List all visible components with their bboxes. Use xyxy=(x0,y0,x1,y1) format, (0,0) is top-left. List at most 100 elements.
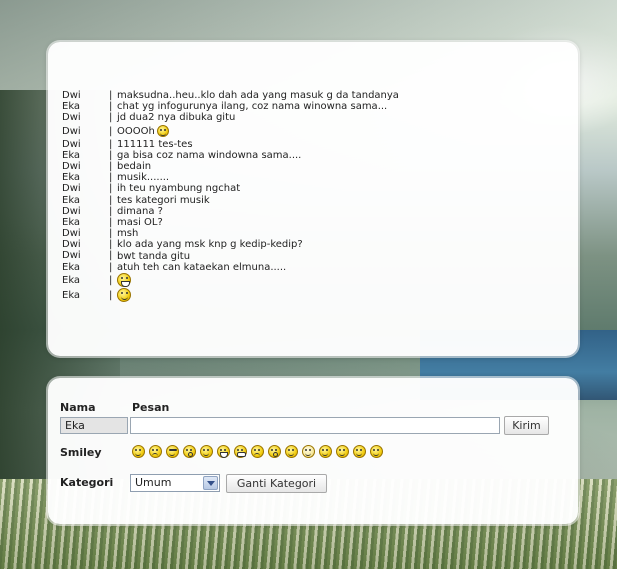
chat-nick: Dwi xyxy=(62,183,81,195)
chat-message-text: klo ada yang msk knp g kedip-kedip? xyxy=(117,239,303,250)
smile-icon[interactable] xyxy=(370,445,383,458)
cool-icon[interactable] xyxy=(166,445,179,458)
chat-separator: | xyxy=(109,125,113,137)
kategori-selected-value: Umum xyxy=(135,476,172,489)
chat-nick: Eka xyxy=(62,101,81,113)
chat-message-text: bedain xyxy=(117,161,151,172)
chat-message-content: OOOOh xyxy=(117,125,155,137)
grin-icon[interactable] xyxy=(234,445,247,458)
chat-separator: | xyxy=(109,172,113,184)
smile-icon[interactable] xyxy=(285,445,298,458)
chat-message-row: Eka | musik....... xyxy=(62,172,399,183)
chat-message-row: Dwi | 111111 tes-tes xyxy=(62,139,399,150)
laugh-icon[interactable] xyxy=(217,445,230,458)
chat-message-text: chat yg infogurunya ilang, coz nama wino… xyxy=(117,101,387,112)
kirim-button[interactable]: Kirim xyxy=(504,416,549,435)
chat-message-row: Dwi | msh xyxy=(62,228,399,239)
pesan-field[interactable] xyxy=(130,417,500,434)
chat-nick: Eka xyxy=(62,149,81,161)
chat-nick: Eka xyxy=(62,194,81,206)
smile-icon[interactable] xyxy=(353,445,366,458)
pesan-label: Pesan xyxy=(132,401,170,414)
chat-message-text: maksudna..heu..klo dah ada yang masuk g … xyxy=(117,90,399,101)
laugh-icon xyxy=(117,273,131,288)
wow-icon[interactable] xyxy=(268,445,281,458)
smile-icon xyxy=(117,288,131,303)
smile-icon[interactable] xyxy=(319,445,332,458)
chat-message-text: musik....... xyxy=(117,172,169,183)
chat-separator: | xyxy=(109,239,113,251)
chat-nick: Dwi xyxy=(62,205,81,217)
chat-message-content: bwt tanda gitu xyxy=(117,250,191,262)
chat-message-row: Dwi | ih teu nyambung ngchat xyxy=(62,183,399,194)
chat-message-row: Dwi | dimana ? xyxy=(62,206,399,217)
chat-separator: | xyxy=(109,216,113,228)
chat-message-content: ih teu nyambung ngchat xyxy=(117,183,241,195)
chat-message-content: tes kategori musik xyxy=(117,194,210,206)
chat-message-text: jd dua2 nya dibuka gitu xyxy=(117,112,235,123)
nama-field[interactable]: Eka xyxy=(60,417,128,434)
smiley-picker xyxy=(132,445,383,458)
sad-icon[interactable] xyxy=(251,445,264,458)
chat-message-content: dimana ? xyxy=(117,205,163,217)
chat-nick: Eka xyxy=(62,172,81,184)
chat-nick: Dwi xyxy=(62,160,81,172)
chat-message-text: msh xyxy=(117,228,138,239)
chat-nick: Eka xyxy=(62,289,81,301)
chat-message-text: ga bisa coz nama windowna sama.... xyxy=(117,150,301,161)
chat-separator: | xyxy=(109,261,113,273)
chat-nick: Dwi xyxy=(62,228,81,240)
chat-message-text: bwt tanda gitu xyxy=(117,250,191,262)
nama-label: Nama xyxy=(60,401,96,414)
chat-nick: Dwi xyxy=(62,250,81,262)
chat-separator: | xyxy=(109,205,113,217)
plain-icon[interactable] xyxy=(302,445,315,458)
chat-message-row: Eka | masi OL? xyxy=(62,217,399,228)
chat-nick: Dwi xyxy=(62,90,81,101)
chat-separator: | xyxy=(109,194,113,206)
chat-message-row: Eka | tes kategori musik xyxy=(62,195,399,206)
chat-message-content: atuh teh can kataekan elmuna..... xyxy=(117,261,287,273)
chat-message-text: OOOOh xyxy=(117,125,169,138)
ganti-kategori-button[interactable]: Ganti Kategori xyxy=(226,474,327,493)
chat-message-content: ga bisa coz nama windowna sama.... xyxy=(117,149,302,161)
smile-icon[interactable] xyxy=(336,445,349,458)
chat-message-row: Eka | chat yg infogurunya ilang, coz nama … xyxy=(62,101,399,112)
chat-message-content: chat yg infogurunya ilang, coz nama wino… xyxy=(117,101,388,113)
kategori-label: Kategori xyxy=(60,476,114,489)
chat-message-row: Dwi | klo ada yang msk knp g kedip-kedip? xyxy=(62,239,399,250)
chat-form-panel: Nama Pesan Eka Kirim Smiley Kategori Umu… xyxy=(48,378,578,524)
chat-message-row: Dwi | jd dua2 nya dibuka gitu xyxy=(62,112,399,123)
chat-message-text: dimana ? xyxy=(117,206,163,217)
kategori-select[interactable]: Umum xyxy=(130,474,220,492)
chat-message-content: masi OL? xyxy=(117,216,163,228)
chat-message-text: masi OL? xyxy=(117,217,163,228)
smile-icon xyxy=(156,125,169,138)
chat-separator: | xyxy=(109,250,113,262)
chat-message-row: Dwi | bwt tanda gitu xyxy=(62,250,399,261)
chat-separator: | xyxy=(109,90,113,101)
chat-message-row: Eka | ga bisa coz nama windowna sama.... xyxy=(62,150,399,161)
chat-message-row: Eka | atuh teh can kataekan elmuna..... xyxy=(62,262,399,273)
chat-message-row: Dwi | bedain xyxy=(62,161,399,172)
chevron-down-icon[interactable] xyxy=(203,476,218,490)
chat-message-content: bedain xyxy=(117,161,152,173)
chat-nick: Dwi xyxy=(62,125,81,137)
chat-message-text xyxy=(117,273,131,288)
chat-message-content: msh xyxy=(117,228,139,240)
chat-message-content: 111111 tes-tes xyxy=(117,138,193,150)
sad-icon[interactable] xyxy=(149,445,162,458)
chat-message-text: 111111 tes-tes xyxy=(117,139,193,150)
chat-message-text xyxy=(117,288,131,303)
chat-separator: | xyxy=(109,101,113,113)
chat-separator: | xyxy=(109,160,113,172)
chat-message-content: klo ada yang msk knp g kedip-kedip? xyxy=(117,239,303,251)
wow-icon[interactable] xyxy=(183,445,196,458)
chat-separator: | xyxy=(109,274,113,286)
chat-message-content: musik....... xyxy=(117,172,170,184)
smile-icon[interactable] xyxy=(200,445,213,458)
smiley-label: Smiley xyxy=(60,446,102,459)
smile-icon[interactable] xyxy=(132,445,145,458)
chat-message-row: Eka | xyxy=(62,288,399,303)
chat-message-text: atuh teh can kataekan elmuna..... xyxy=(117,262,286,273)
